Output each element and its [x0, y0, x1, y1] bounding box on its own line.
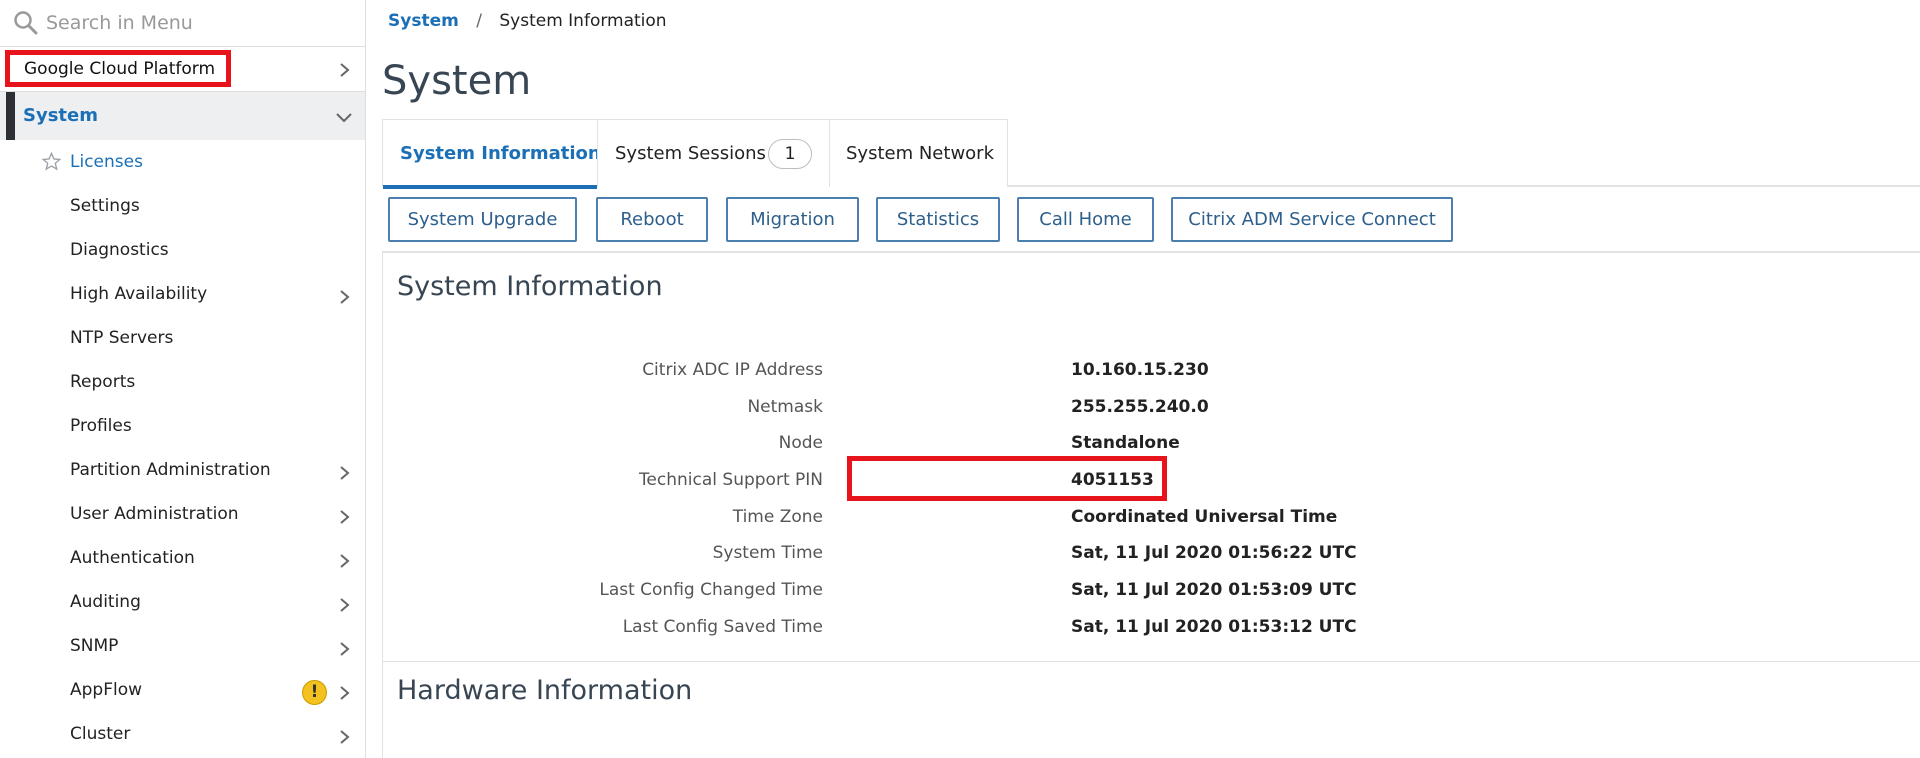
breadcrumb-separator: /	[476, 11, 482, 31]
tab-label: System Network	[846, 143, 994, 164]
action-toolbar: System Upgrade Reboot Migration Statisti…	[382, 197, 1920, 253]
breadcrumb-current: System Information	[499, 11, 667, 31]
sidebar-item-reports[interactable]: Reports	[0, 362, 365, 406]
app-window: Google Cloud Platform System Licenses Se…	[0, 0, 1920, 758]
sidebar-item-label: Licenses	[70, 152, 143, 172]
chevron-right-icon	[337, 554, 351, 568]
tab-system-sessions[interactable]: System Sessions 1	[597, 119, 830, 187]
chevron-right-icon	[337, 466, 351, 480]
sidebar-item-ntp-servers[interactable]: NTP Servers	[0, 318, 365, 362]
chevron-right-icon	[337, 598, 351, 612]
tab-system-information[interactable]: System Information	[382, 119, 601, 189]
sidebar-item-settings[interactable]: Settings	[0, 186, 365, 230]
warning-icon: !	[302, 680, 327, 705]
sidebar-item-snmp[interactable]: SNMP	[0, 626, 365, 670]
section-title: Hardware Information	[397, 675, 693, 706]
call-home-button[interactable]: Call Home	[1017, 197, 1154, 242]
sidebar-item-auditing[interactable]: Auditing	[0, 582, 365, 626]
search-input[interactable]	[46, 8, 346, 38]
info-label: Last Config Changed Time	[599, 580, 823, 600]
migration-button[interactable]: Migration	[726, 197, 859, 242]
sidebar-section-system[interactable]: System	[0, 92, 365, 140]
chevron-right-icon	[337, 686, 351, 700]
star-icon[interactable]	[41, 151, 62, 171]
info-row: Node Standalone	[383, 429, 1883, 459]
chevron-right-icon	[337, 63, 351, 77]
active-tab-indicator	[383, 185, 597, 189]
sidebar-item-label: Authentication	[70, 548, 195, 568]
page-title: System	[382, 58, 532, 104]
sidebar-item-label: Auditing	[70, 592, 141, 612]
info-label: Node	[778, 433, 823, 453]
highlight-box	[5, 50, 231, 87]
info-label: Netmask	[747, 397, 823, 417]
sidebar-item-label: Profiles	[70, 416, 132, 436]
info-value: 255.255.240.0	[1071, 397, 1209, 417]
sidebar-item-label: Partition Administration	[70, 460, 271, 480]
info-value: Standalone	[1071, 433, 1180, 453]
sidebar-item-label: Settings	[70, 196, 140, 216]
sidebar-item-appflow[interactable]: AppFlow !	[0, 670, 365, 714]
info-label: Time Zone	[732, 507, 823, 527]
info-row: System Time Sat, 11 Jul 2020 01:56:22 UT…	[383, 539, 1883, 569]
highlight-box	[847, 456, 1167, 501]
reboot-button[interactable]: Reboot	[596, 197, 708, 242]
breadcrumb: System / System Information	[388, 11, 667, 31]
tab-label: System Information	[400, 143, 601, 164]
info-value: 10.160.15.230	[1071, 360, 1209, 380]
chevron-right-icon	[337, 642, 351, 656]
info-row: Last Config Saved Time Sat, 11 Jul 2020 …	[383, 613, 1883, 643]
sidebar-item-label: Diagnostics	[70, 240, 169, 260]
sidebar-item-authentication[interactable]: Authentication	[0, 538, 365, 582]
info-label: Last Config Saved Time	[622, 617, 823, 637]
info-row: Last Config Changed Time Sat, 11 Jul 202…	[383, 576, 1883, 606]
sidebar-item-partition-administration[interactable]: Partition Administration	[0, 450, 365, 494]
sidebar-item-licenses[interactable]: Licenses	[0, 142, 365, 186]
system-upgrade-button[interactable]: System Upgrade	[388, 197, 577, 242]
info-value: Coordinated Universal Time	[1071, 507, 1338, 527]
sidebar-section-label: System	[23, 105, 98, 126]
main-content: System / System Information System Syste…	[366, 0, 1920, 758]
sidebar-item-google-cloud-platform[interactable]: Google Cloud Platform	[0, 47, 365, 92]
citrix-adm-service-connect-button[interactable]: Citrix ADM Service Connect	[1171, 197, 1453, 242]
info-label: System Time	[712, 543, 823, 563]
sidebar-item-cluster[interactable]: Cluster	[0, 714, 365, 758]
info-label: Technical Support PIN	[638, 470, 823, 490]
tab-label: System Sessions	[615, 143, 766, 164]
sidebar-item-profiles[interactable]: Profiles	[0, 406, 365, 450]
sidebar-item-diagnostics[interactable]: Diagnostics	[0, 230, 365, 274]
info-value: Sat, 11 Jul 2020 01:53:12 UTC	[1071, 617, 1357, 637]
chevron-right-icon	[337, 510, 351, 524]
info-label: Citrix ADC IP Address	[642, 360, 823, 380]
chevron-down-icon	[336, 110, 352, 124]
sidebar-item-high-availability[interactable]: High Availability	[0, 274, 365, 318]
sidebar-item-label: AppFlow	[70, 680, 143, 700]
breadcrumb-link-system[interactable]: System	[388, 11, 459, 31]
tab-bar: System Information System Sessions 1 Sys…	[382, 119, 1920, 189]
sidebar-item-user-administration[interactable]: User Administration	[0, 494, 365, 538]
sidebar-item-label: Cluster	[70, 724, 131, 744]
sidebar-item-label: SNMP	[70, 636, 119, 656]
info-value: Sat, 11 Jul 2020 01:56:22 UTC	[1071, 543, 1357, 563]
info-value: Sat, 11 Jul 2020 01:53:09 UTC	[1071, 580, 1357, 600]
sidebar-item-label: High Availability	[70, 284, 208, 304]
sidebar: Google Cloud Platform System Licenses Se…	[0, 0, 366, 758]
sidebar-item-label: Reports	[70, 372, 136, 392]
session-count-badge: 1	[768, 139, 812, 169]
active-indicator	[6, 92, 15, 140]
chevron-right-icon	[337, 290, 351, 304]
sidebar-item-label: User Administration	[70, 504, 239, 524]
info-row: Netmask 255.255.240.0	[383, 393, 1883, 423]
menu-search	[0, 0, 365, 47]
search-icon	[13, 10, 39, 36]
chevron-right-icon	[337, 730, 351, 744]
info-row: Citrix ADC IP Address 10.160.15.230	[383, 356, 1883, 386]
tab-system-network[interactable]: System Network	[829, 119, 1008, 187]
section-title: System Information	[397, 271, 663, 302]
statistics-button[interactable]: Statistics	[876, 197, 1000, 242]
sidebar-item-label: NTP Servers	[70, 328, 174, 348]
system-information-panel: System Information Citrix ADC IP Address…	[382, 253, 1920, 663]
info-row: Time Zone Coordinated Universal Time	[383, 503, 1883, 533]
hardware-information-panel: Hardware Information	[382, 662, 1920, 758]
